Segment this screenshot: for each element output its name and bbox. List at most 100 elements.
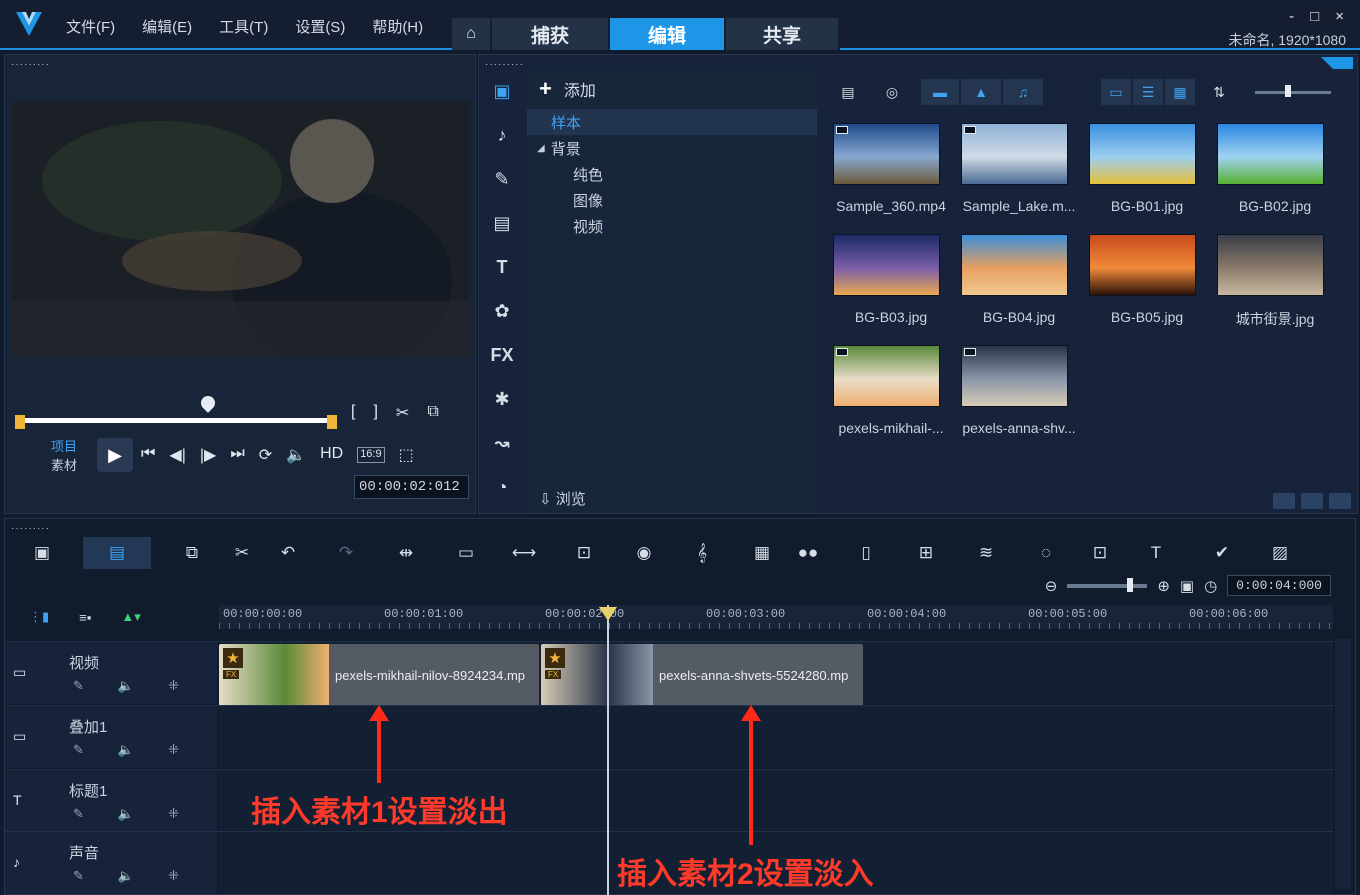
voice-track-icon[interactable]: ♪: [13, 854, 20, 870]
tools-icon[interactable]: ✂: [227, 538, 257, 568]
track-mute-icon[interactable]: 🔈: [118, 742, 134, 758]
mask-icon[interactable]: ⊡: [569, 538, 599, 568]
safe-zone-icon[interactable]: ⬚: [399, 445, 414, 465]
menu-settings[interactable]: 设置(S): [295, 16, 345, 37]
track-lane[interactable]: ★ FX pexels-mikhail-nilov-8924234.mp ★ FX pex…: [219, 642, 1333, 706]
split-screen-icon[interactable]: ⊞: [911, 538, 941, 568]
library-option-3-icon[interactable]: [1329, 493, 1351, 509]
tree-item-samples[interactable]: 样本: [527, 109, 817, 135]
media-thumbnail[interactable]: 城市街景.jpg: [1211, 234, 1339, 344]
trim-end-handle[interactable]: [327, 415, 337, 429]
track-grid-icon[interactable]: ⁜: [168, 678, 179, 694]
playhead[interactable]: [607, 605, 609, 895]
thumbnail-size-slider[interactable]: [1255, 91, 1331, 94]
preview-scrubber[interactable]: [15, 393, 337, 429]
preview-video-frame[interactable]: [12, 101, 469, 357]
media-thumbnail[interactable]: BG-B01.jpg: [1083, 123, 1211, 233]
media-icon[interactable]: ▣: [479, 69, 525, 113]
media-thumbnail[interactable]: BG-B02.jpg: [1211, 123, 1339, 233]
mode-switch[interactable]: 项目 素材: [51, 437, 77, 475]
media-thumbnail[interactable]: pexels-anna-shv...: [955, 345, 1083, 455]
show-photo-icon[interactable]: ▲: [961, 79, 1001, 105]
hd-preview-button[interactable]: HD: [320, 445, 343, 465]
add-folder-button[interactable]: + 添加: [527, 69, 817, 109]
mode-clip[interactable]: 素材: [51, 456, 77, 475]
track-edit-icon[interactable]: ✎: [73, 806, 84, 822]
split-icon[interactable]: ⟷: [509, 538, 539, 568]
show-audio-icon[interactable]: ♫: [1003, 79, 1043, 105]
fit-timeline-icon[interactable]: ⇹: [391, 538, 421, 568]
close-button[interactable]: ×: [1335, 8, 1344, 25]
prev-frame-icon[interactable]: ◀|: [169, 445, 185, 465]
track-edit-icon[interactable]: ✎: [73, 678, 84, 694]
library-option-2-icon[interactable]: [1301, 493, 1323, 509]
tree-item-image[interactable]: 图像: [527, 187, 817, 213]
timeline-scrollbar[interactable]: [1335, 639, 1351, 889]
screen-record-icon[interactable]: ▭: [451, 538, 481, 568]
tree-item-video[interactable]: 视频: [527, 213, 817, 239]
video-track-icon[interactable]: ▭: [13, 664, 26, 681]
text-3d-icon[interactable]: T: [1141, 538, 1171, 568]
zoom-slider[interactable]: [1067, 577, 1148, 592]
import-folder-icon[interactable]: ▤: [835, 79, 861, 105]
crop-icon[interactable]: ⊡: [1085, 538, 1115, 568]
color-grading-icon[interactable]: ◉: [629, 538, 659, 568]
track-grid-icon[interactable]: ⁜: [168, 868, 179, 884]
library-option-1-icon[interactable]: [1273, 493, 1295, 509]
audio-wave-icon[interactable]: 𝄞: [687, 538, 717, 568]
go-to-end-icon[interactable]: ⏭: [230, 445, 244, 465]
motion-track-icon[interactable]: ≋: [971, 538, 1001, 568]
zoom-out-icon[interactable]: ⊖: [1045, 577, 1058, 595]
template-icon[interactable]: ▤: [479, 201, 525, 245]
path-icon[interactable]: ↝: [479, 421, 525, 465]
capture-icon[interactable]: ◎: [879, 79, 905, 105]
panel-grip[interactable]: ·········: [11, 59, 50, 70]
media-thumbnail[interactable]: Sample_360.mp4: [827, 123, 955, 233]
speed-icon[interactable]: ◔: [479, 465, 525, 509]
mode-project[interactable]: 项目: [51, 437, 77, 456]
scrubber-handle[interactable]: [198, 393, 218, 413]
audio-icon[interactable]: ♪: [479, 113, 525, 157]
fit-project-icon[interactable]: ▣: [1180, 577, 1194, 595]
timeline-clip[interactable]: ★ FX pexels-anna-shvets-5524280.mp: [541, 644, 863, 706]
track-grid-icon[interactable]: ⁜: [168, 742, 179, 758]
track-manager-icon[interactable]: ⋮▮: [29, 609, 49, 625]
media-thumbnail[interactable]: pexels-mikhail-...: [827, 345, 955, 455]
mark-out-button[interactable]: ]: [373, 403, 377, 423]
menu-file[interactable]: 文件(F): [66, 16, 115, 37]
mark-in-button[interactable]: [: [351, 403, 355, 423]
show-video-icon[interactable]: ▬: [921, 79, 959, 105]
browse-button[interactable]: ⇩ 浏览: [539, 488, 586, 509]
multicam-icon[interactable]: ▦: [747, 538, 777, 568]
overlay-track-icon[interactable]: ▭: [13, 728, 26, 745]
menu-edit[interactable]: 编辑(E): [142, 16, 192, 37]
undo-icon[interactable]: ↶: [273, 538, 303, 568]
timeline-ruler[interactable]: 00:00:00:00 00:00:01:00 00:00:02:00 00:00:0…: [219, 605, 1333, 629]
tab-capture[interactable]: 捕获: [492, 18, 610, 50]
tree-item-backgrounds[interactable]: ◢ 背景: [527, 135, 817, 161]
menu-help[interactable]: 帮助(H): [372, 16, 423, 37]
speed-ramp-icon[interactable]: ▨: [1265, 538, 1295, 568]
volume-icon[interactable]: 🔈: [286, 445, 306, 465]
media-thumbnail[interactable]: BG-B04.jpg: [955, 234, 1083, 344]
next-frame-icon[interactable]: |▶: [200, 445, 216, 465]
media-thumbnail[interactable]: Sample_Lake.m...: [955, 123, 1083, 233]
redo-icon[interactable]: ↷: [331, 538, 361, 568]
storyboard-view-icon[interactable]: ▣: [27, 538, 57, 568]
maximize-button[interactable]: □: [1310, 8, 1319, 25]
chapter-icon[interactable]: ≡▪: [79, 610, 91, 625]
track-edit-icon[interactable]: ✎: [73, 868, 84, 884]
timeline-clip[interactable]: ★ FX pexels-mikhail-nilov-8924234.mp: [219, 644, 539, 706]
media-thumbnail[interactable]: BG-B03.jpg: [827, 234, 955, 344]
track-grid-icon[interactable]: ⁜: [168, 806, 179, 822]
title-track-icon[interactable]: T: [13, 792, 22, 808]
timeline-view-icon[interactable]: ▤: [83, 537, 151, 569]
tab-share[interactable]: 共享: [726, 18, 840, 50]
go-to-start-icon[interactable]: ⏮: [141, 445, 155, 465]
track-mute-icon[interactable]: 🔈: [118, 868, 134, 884]
title-icon[interactable]: T: [479, 245, 525, 289]
copy-frame-icon[interactable]: ⧉: [427, 403, 438, 423]
track-edit-icon[interactable]: ✎: [73, 742, 84, 758]
grid-view-icon[interactable]: ▦: [1165, 79, 1195, 105]
lasso-icon[interactable]: ◌: [1031, 538, 1061, 568]
